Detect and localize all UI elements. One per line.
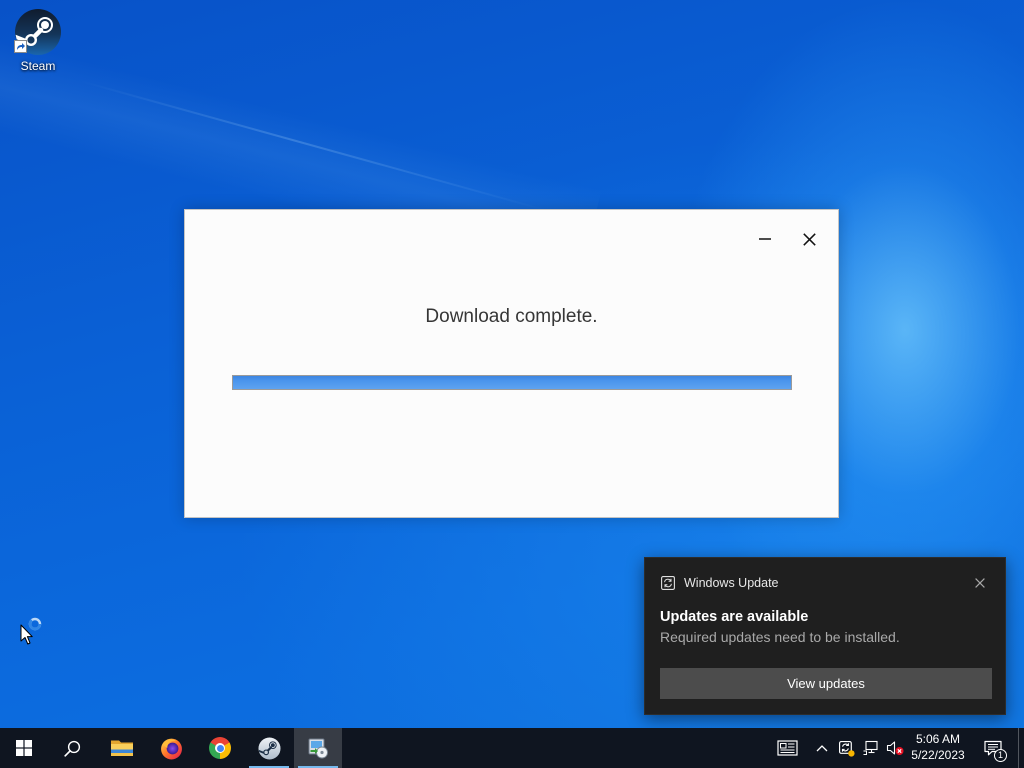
action-center-button[interactable]: 1	[974, 728, 1012, 768]
status-message: Download complete.	[425, 306, 598, 327]
news-and-interests-button[interactable]	[770, 728, 804, 768]
desktop[interactable]: Steam Download complete. Windows Update	[0, 0, 1024, 728]
chrome-icon	[209, 737, 231, 759]
search-icon	[63, 740, 80, 757]
taskbar-app-chrome[interactable]	[196, 728, 244, 768]
download-dialog: Download complete.	[184, 209, 839, 518]
tray-windows-update[interactable]	[834, 728, 858, 768]
windows-update-icon	[661, 576, 675, 590]
installer-icon	[308, 738, 328, 759]
start-button[interactable]	[0, 728, 48, 768]
windows-logo-icon	[16, 740, 32, 756]
progress-bar	[232, 375, 792, 390]
windows-update-tray-icon	[838, 740, 855, 757]
busy-cursor-icon	[20, 617, 42, 645]
view-updates-button[interactable]: View updates	[660, 668, 992, 699]
taskbar-app-installer[interactable]	[294, 728, 342, 768]
taskbar-app-steam[interactable]	[245, 728, 293, 768]
clock[interactable]: 5:06 AM 5/22/2023	[904, 728, 972, 768]
show-hidden-icons-button[interactable]	[810, 728, 834, 768]
toast-title: Updates are available	[660, 609, 809, 625]
network-icon	[863, 740, 878, 755]
file-explorer-icon	[111, 740, 133, 756]
taskbar-app-firefox[interactable]	[147, 728, 195, 768]
steam-icon	[257, 736, 281, 760]
desktop-icon-label: Steam	[20, 59, 56, 73]
close-button[interactable]	[787, 224, 831, 254]
chrome-icon-ring	[215, 743, 225, 753]
toast-close-button[interactable]	[968, 571, 992, 595]
volume-muted-icon	[886, 741, 904, 755]
notification-count-badge: 1	[994, 749, 1007, 762]
close-icon	[802, 232, 816, 246]
minimize-icon	[759, 238, 771, 240]
toast-app-name: Windows Update	[684, 576, 779, 590]
toast-body: Required updates need to be installed.	[660, 629, 900, 645]
firefox-icon	[160, 738, 182, 759]
desktop-icon-steam[interactable]: Steam	[4, 6, 72, 73]
show-desktop-button[interactable]	[1018, 728, 1024, 768]
news-icon	[776, 740, 798, 756]
search-button[interactable]	[48, 728, 96, 768]
taskbar: 5:06 AM 5/22/2023 1	[0, 728, 1024, 768]
clock-time: 5:06 AM	[915, 732, 961, 746]
chevron-up-icon	[816, 745, 828, 752]
close-icon	[975, 578, 985, 588]
minimize-button[interactable]	[743, 224, 787, 254]
notification-toast[interactable]: Windows Update Updates are available Req…	[644, 557, 1006, 715]
taskbar-app-file-explorer[interactable]	[98, 728, 146, 768]
clock-date: 5/22/2023	[911, 748, 965, 762]
shortcut-arrow-icon	[14, 40, 27, 53]
tray-network[interactable]	[858, 728, 882, 768]
progress-bar-fill	[233, 376, 791, 389]
chrome-icon-core	[216, 744, 224, 752]
